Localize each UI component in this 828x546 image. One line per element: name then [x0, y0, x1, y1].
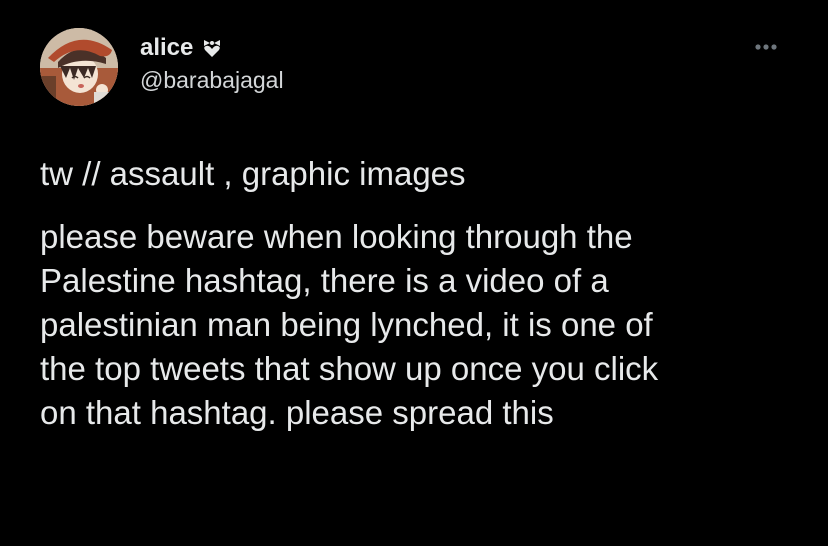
tweet-body-line: the top tweets that show up once you cli…: [40, 350, 659, 387]
tweet-body-line: on that hashtag. please spread this: [40, 394, 554, 431]
display-name-row[interactable]: alice: [140, 34, 223, 62]
tweet-card: alice @barabajagal tw // assault , graph…: [0, 0, 828, 546]
display-name[interactable]: alice: [140, 34, 193, 62]
user-handle[interactable]: @barabajagal: [140, 66, 284, 94]
heart-bow-icon: [201, 37, 223, 59]
content-warning: tw // assault , graphic images: [40, 155, 466, 192]
tweet-body-line: please beware when looking through the: [40, 218, 633, 255]
tweet-text: tw // assault , graphic images please be…: [40, 152, 800, 435]
avatar-image: [40, 28, 118, 106]
avatar[interactable]: [40, 28, 118, 106]
tweet-body-line: palestinian man being lynched, it is one…: [40, 306, 653, 343]
more-dots-icon: [755, 44, 777, 50]
more-options-button[interactable]: [752, 36, 792, 58]
tweet-body-line: Palestine hashtag, there is a video of a: [40, 262, 609, 299]
